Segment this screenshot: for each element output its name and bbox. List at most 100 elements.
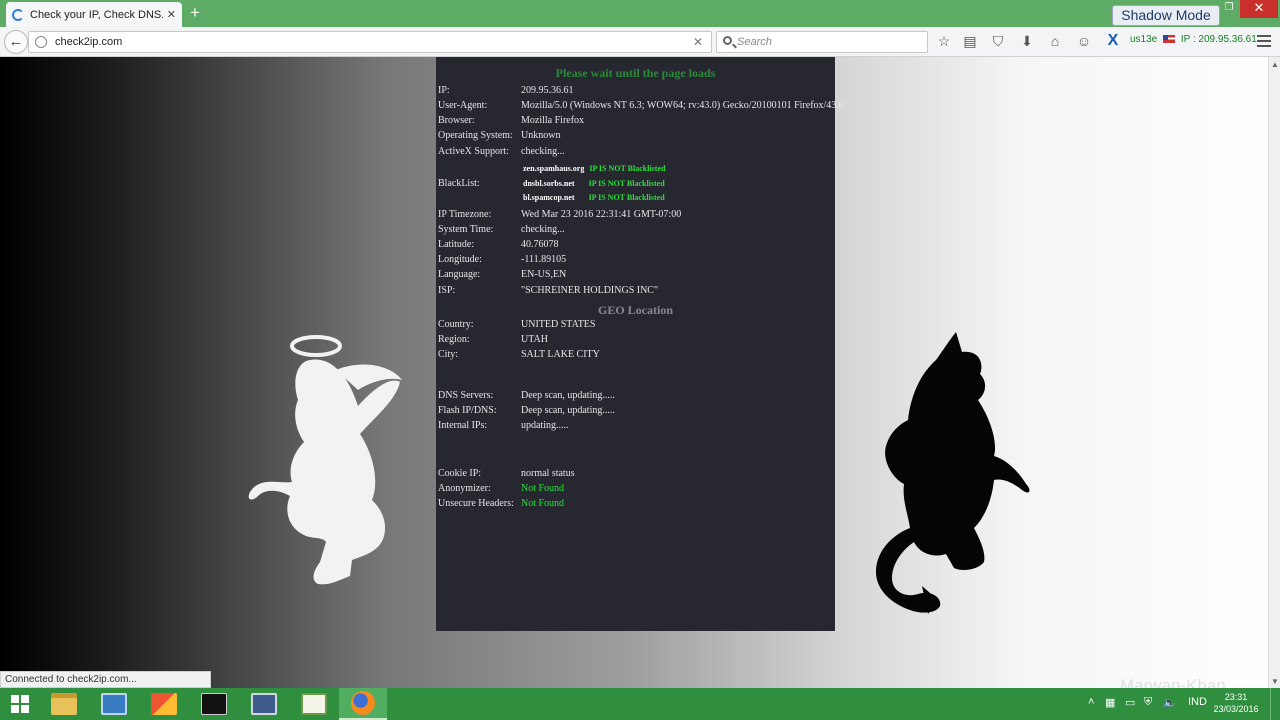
- info-value: "SCHREINER HOLDINGS INC": [521, 285, 659, 296]
- info-value: 209.95.36.61: [521, 85, 574, 96]
- angel-figure-icon: [248, 335, 402, 585]
- taskbar-paint-app[interactable]: [140, 688, 188, 720]
- info-key: DNS Servers:: [438, 390, 494, 401]
- reading-list-icon[interactable]: ▤: [961, 32, 979, 50]
- info-value: Mozilla Firefox: [521, 115, 585, 126]
- firefox-icon: [351, 691, 375, 715]
- info-key: Flash IP/DNS:: [438, 405, 497, 416]
- floppy-disk-icon: [251, 693, 277, 715]
- shield-icon[interactable]: ⛨: [1144, 696, 1152, 709]
- scroll-down-icon[interactable]: ▼: [1271, 677, 1279, 686]
- shadow-mode-button[interactable]: Shadow Mode: [1112, 5, 1220, 26]
- info-value: Deep scan, updating.....: [521, 390, 615, 401]
- info-key: Internal IPs:: [438, 420, 488, 431]
- search-icon: [723, 36, 732, 45]
- info-key: Country:: [438, 319, 474, 330]
- info-key: Longitude:: [438, 254, 482, 265]
- tray-expand-icon[interactable]: ˄: [1088, 696, 1094, 708]
- info-key: System Time:: [438, 224, 494, 235]
- info-value: UNITED STATES: [521, 319, 596, 330]
- info-key: User-Agent:: [438, 100, 488, 111]
- info-value: Not Found: [521, 483, 565, 494]
- search-input[interactable]: Search: [716, 31, 928, 53]
- blacklist-status: IP IS NOT Blacklisted: [589, 164, 666, 173]
- close-window-button[interactable]: ✕: [1240, 0, 1278, 18]
- taskbar-disk-app[interactable]: [240, 688, 288, 720]
- info-key: ISP:: [438, 285, 456, 296]
- scroll-up-icon[interactable]: ▲: [1271, 60, 1279, 69]
- download-icon[interactable]: ⬇: [1018, 32, 1036, 50]
- show-desktop-button[interactable]: [1270, 688, 1280, 720]
- url-bar[interactable]: check2ip.com ✕: [28, 31, 712, 53]
- menu-icon[interactable]: [1255, 32, 1273, 50]
- info-value: -111.89105: [521, 254, 567, 265]
- ip-info-panel: Please wait until the page loads IP: 209…: [436, 57, 844, 631]
- system-clock[interactable]: 23:31 23/03/2016: [1210, 691, 1262, 715]
- taskbar-notepad-app[interactable]: [290, 688, 338, 720]
- info-key: Unsecure Headers:: [438, 498, 514, 509]
- taskbar-server-manager[interactable]: [90, 688, 138, 720]
- info-key: Operating System:: [438, 130, 513, 141]
- info-key: Cookie IP:: [438, 468, 482, 479]
- stop-loading-icon[interactable]: ✕: [693, 35, 703, 49]
- info-key: ActiveX Support:: [438, 146, 509, 157]
- blacklist-entry: bl.spamcop.net IP IS NOT Blacklisted: [523, 193, 665, 202]
- browser-tab[interactable]: Check your IP, Check DNS... ✕: [6, 2, 182, 27]
- info-value: SALT LAKE CITY: [521, 349, 600, 360]
- new-tab-button[interactable]: +: [186, 3, 204, 23]
- us-flag-icon: [1163, 35, 1176, 44]
- info-value: Wed Mar 23 2016 22:31:41 GMT-07:00: [521, 209, 682, 220]
- language-indicator[interactable]: IND: [1188, 696, 1207, 708]
- windows-logo-icon: [11, 695, 29, 713]
- vertical-scrollbar[interactable]: ▲ ▼: [1268, 57, 1280, 688]
- url-text[interactable]: check2ip.com: [55, 36, 122, 48]
- info-value: EN-US,EN: [521, 269, 567, 280]
- folder-icon: [51, 693, 77, 715]
- blacklist-entry: dnsbl.sorbs.net IP IS NOT Blacklisted: [523, 179, 665, 188]
- volume-icon[interactable]: 🔈: [1163, 696, 1177, 709]
- ip-extension[interactable]: us13e IP : 209.95.36.61: [1130, 34, 1257, 45]
- info-key: IP Timezone:: [438, 209, 492, 220]
- info-key: Region:: [438, 334, 470, 345]
- blacklist-server: dnsbl.sorbs.net: [523, 179, 575, 188]
- info-value: 40.76078: [521, 239, 559, 250]
- taskbar-firefox[interactable]: [339, 688, 387, 720]
- close-tab-icon[interactable]: ✕: [167, 8, 176, 21]
- blacklist-status: IP IS NOT Blacklisted: [588, 193, 665, 202]
- tab-bar: Check your IP, Check DNS... ✕ + Shadow M…: [0, 0, 1280, 27]
- pocket-icon[interactable]: ⛉: [989, 32, 1007, 50]
- info-key: Language:: [438, 269, 481, 280]
- start-button[interactable]: [0, 688, 40, 720]
- bookmark-star-icon[interactable]: ☆: [935, 32, 953, 50]
- x-extension-icon[interactable]: X: [1104, 32, 1122, 50]
- taskbar-command-prompt[interactable]: [190, 688, 238, 720]
- clock-date: 23/03/2016: [1213, 704, 1259, 714]
- taskbar-file-explorer[interactable]: [40, 688, 88, 720]
- tab-title: Check your IP, Check DNS...: [30, 8, 163, 21]
- back-button[interactable]: ←: [4, 30, 28, 54]
- action-center-icon[interactable]: ▦: [1105, 696, 1115, 709]
- ip-extension-value: IP : 209.95.36.61: [1180, 34, 1257, 45]
- restore-window-icon[interactable]: ❐: [1222, 0, 1236, 18]
- home-icon[interactable]: ⌂: [1046, 32, 1064, 50]
- info-key: Anonymizer:: [438, 483, 491, 494]
- info-value: Mozilla/5.0 (Windows NT 6.3; WOW64; rv:4…: [521, 100, 844, 111]
- info-value: Unknown: [521, 130, 561, 141]
- info-value: normal status: [521, 468, 575, 479]
- blacklist-server: zen.spamhaus.org: [523, 164, 585, 173]
- info-key: City:: [438, 349, 459, 360]
- terminal-icon: [201, 693, 227, 715]
- ip-extension-label: us13e: [1130, 34, 1158, 45]
- info-key: Browser:: [438, 115, 475, 126]
- info-value: Deep scan, updating.....: [521, 405, 615, 416]
- status-bar: Connected to check2ip.com...: [0, 671, 211, 688]
- geo-location-title: GEO Location: [597, 303, 673, 317]
- server-manager-icon: [101, 693, 127, 715]
- info-value: checking...: [521, 224, 565, 235]
- info-key: IP:: [438, 85, 450, 96]
- hello-chat-icon[interactable]: ☺: [1075, 32, 1093, 50]
- blacklist-entry: zen.spamhaus.org IP IS NOT Blacklisted: [523, 164, 665, 173]
- network-icon[interactable]: ▭: [1125, 696, 1135, 709]
- info-value: Not Found: [521, 498, 565, 509]
- info-value: updating.....: [521, 420, 569, 431]
